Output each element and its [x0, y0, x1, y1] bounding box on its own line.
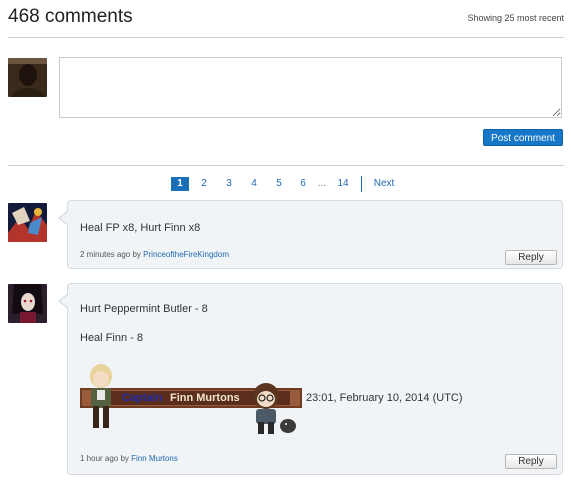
chibi-character-image — [90, 364, 112, 428]
page-5-link[interactable]: 5 — [272, 177, 286, 191]
page-1-link[interactable]: 1 — [171, 177, 189, 191]
comment-meta: 2 minutes ago by PrinceoftheFireKingdom — [80, 250, 229, 259]
page-2-link[interactable]: 2 — [197, 177, 211, 191]
comment-timestamp: 1 hour ago by — [80, 454, 129, 463]
signature-name-text[interactable]: Finn Murtons — [170, 392, 240, 404]
header-divider — [8, 37, 564, 38]
signature-timestamp: 23:01, February 10, 2014 (UTC) — [306, 392, 463, 404]
current-user-avatar — [8, 58, 47, 97]
pagination: 1 2 3 4 5 6 ... 14 Next — [0, 176, 571, 192]
comment-input[interactable] — [59, 57, 562, 118]
page-14-link[interactable]: 14 — [334, 177, 352, 191]
comment-meta: 1 hour ago by Finn Murtons — [80, 454, 178, 463]
page-ellipsis: ... — [317, 178, 327, 189]
comment-timestamp: 2 minutes ago by — [80, 250, 141, 259]
comment-author-link[interactable]: PrinceoftheFireKingdom — [143, 250, 229, 259]
showing-recent-label: Showing 25 most recent — [467, 13, 564, 23]
comment-avatar — [8, 284, 47, 323]
comment-count-title: 468 comments — [8, 6, 133, 27]
page-3-link[interactable]: 3 — [222, 177, 236, 191]
chibi-character-image — [253, 383, 296, 434]
post-comment-button[interactable]: Post comment — [483, 129, 563, 146]
reply-button[interactable]: Reply — [505, 250, 557, 265]
comment-author-link[interactable]: Finn Murtons — [131, 454, 178, 463]
comments-header: 468 comments Showing 25 most recent — [8, 6, 564, 36]
comment-avatar — [8, 203, 47, 242]
page-4-link[interactable]: 4 — [247, 177, 261, 191]
comment-text: Heal FP x8, Hurt Finn x8 — [80, 222, 201, 234]
comment-text-line: Hurt Peppermint Butler - 8 — [80, 303, 208, 315]
page-6-link[interactable]: 6 — [296, 177, 310, 191]
signature-captain-text: Captain — [122, 392, 163, 404]
reply-button[interactable]: Reply — [505, 454, 557, 469]
compose-divider — [8, 165, 564, 166]
comment-text-line: Heal Finn - 8 — [80, 332, 143, 344]
pagination-separator — [361, 176, 362, 192]
next-page-link[interactable]: Next — [371, 177, 397, 191]
